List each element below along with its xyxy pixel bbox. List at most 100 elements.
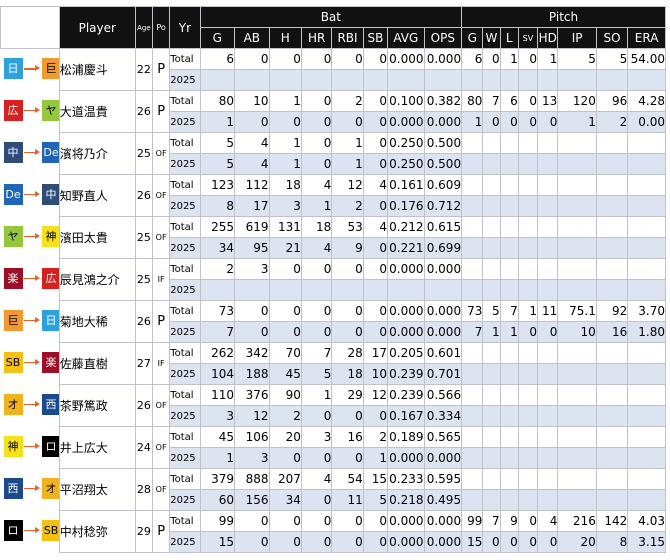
pitch-stat-cell — [627, 468, 666, 490]
pitch-stat-cell — [517, 132, 539, 154]
bat-stat-cell: 0.000 — [423, 111, 463, 133]
bat-stat-cell: 112 — [234, 174, 270, 196]
player-name: 辰見鴻之介 — [58, 258, 136, 301]
pitch-stat-cell — [499, 237, 519, 259]
row-label-year: 2025 — [169, 321, 201, 343]
bat-stat-cell: 0.495 — [423, 489, 463, 511]
pitch-stat-cell — [482, 216, 501, 238]
bat-stat-cell: 15 — [362, 468, 389, 490]
from-team-badge: 日 — [3, 58, 23, 79]
bat-stat-cell: 0 — [362, 195, 389, 217]
pitch-stat-cell: 16 — [595, 321, 629, 343]
bat-stat-cell: 0.334 — [423, 405, 463, 427]
to-team-badge: 日 — [41, 309, 60, 331]
bat-stat-cell: 0.000 — [423, 531, 463, 553]
bat-stat-cell: 123 — [199, 174, 236, 196]
pitch-stat-cell — [537, 258, 559, 280]
to-team-badge: 西 — [41, 393, 60, 415]
pitch-stat-cell — [557, 69, 597, 91]
pitch-stat-cell — [627, 174, 666, 196]
pitch-stat-cell — [557, 489, 597, 511]
pitch-stat-cell: 73 — [461, 300, 484, 322]
row-label-year: 2025 — [169, 279, 201, 301]
bat-stat-cell: 0.565 — [423, 426, 463, 448]
player-position: P — [151, 90, 171, 133]
bat-stat-cell — [300, 279, 333, 301]
pitch-stat-cell — [499, 384, 519, 406]
pitch-stat-cell — [627, 489, 666, 511]
player-name: 松浦慶斗 — [58, 48, 136, 91]
bat-stat-cell: 5 — [199, 132, 236, 154]
bat-stat-cell: 0 — [268, 510, 302, 532]
bat-stat-cell: 0 — [362, 531, 389, 553]
pitch-stat-cell: 1 — [499, 48, 519, 70]
transfer-indicator: De 中 — [0, 174, 60, 217]
bat-stat-cell: 0.000 — [423, 258, 463, 280]
pitch-stat-cell — [537, 447, 559, 469]
bat-stat-cell: 0.000 — [387, 258, 425, 280]
pitch-stat-cell: 96 — [595, 90, 629, 112]
bat-stat-cell: 0 — [268, 300, 302, 322]
pitch-stat-cell — [595, 363, 629, 385]
bat-stat-cell: 131 — [268, 216, 302, 238]
bat-stat-cell: 0.000 — [423, 510, 463, 532]
pitch-stat-cell: 2 — [595, 111, 629, 133]
bat-stat-cell: 0 — [331, 111, 364, 133]
bat-stat-cell: 0 — [362, 510, 389, 532]
pitch-stat-cell: 4.03 — [627, 510, 666, 532]
pitch-stat-cell — [461, 216, 484, 238]
player-name: 佐藤直樹 — [58, 342, 136, 385]
bat-stat-cell: 1 — [331, 153, 364, 175]
from-team-badge: ロ — [3, 519, 23, 541]
pitch-stat-cell — [627, 237, 666, 259]
bat-stat-cell: 0 — [362, 111, 389, 133]
bat-stat-cell — [199, 279, 236, 301]
pitch-stat-cell — [537, 342, 559, 364]
bat-stat-cell: 5 — [199, 153, 236, 175]
pitch-stat-cell: 1 — [537, 48, 559, 70]
from-team-badge: 楽 — [3, 267, 23, 289]
table-row: SB 楽佐藤直樹 27 IF Total 262 342 70 7 28 17 0.205 0.601 — [0, 342, 666, 385]
bat-stat-cell — [387, 69, 425, 91]
pitch-stat-cell — [482, 174, 501, 196]
pitch-stat-cell — [557, 384, 597, 406]
row-label-total: Total — [169, 510, 201, 532]
bat-stat-cell: 95 — [234, 237, 270, 259]
pitch-stat-cell — [627, 279, 666, 301]
bat-stat-cell: 16 — [331, 426, 364, 448]
pitch-stat-cell: 0 — [537, 111, 559, 133]
pitch-stat-cell: 20 — [557, 531, 597, 553]
pitch-stat-cell — [595, 426, 629, 448]
bat-stat-cell: 1 — [300, 384, 333, 406]
bat-stat-cell: 0 — [362, 132, 389, 154]
player-name: 濱将乃介 — [58, 132, 136, 175]
pitch-stat-cell — [517, 342, 539, 364]
bat-stat-cell: 255 — [199, 216, 236, 238]
player-position: P — [151, 510, 171, 553]
pitch-stat-cell: 0 — [517, 90, 539, 112]
pitch-col-header: HD — [537, 27, 559, 49]
pitch-stat-cell — [595, 132, 629, 154]
pitch-col-header: IP — [557, 27, 597, 49]
player-position: IF — [151, 258, 171, 301]
bat-stat-cell: 0 — [362, 237, 389, 259]
bat-stat-cell: 0 — [300, 48, 333, 70]
bat-stat-cell: 45 — [199, 426, 236, 448]
bat-stat-cell: 376 — [234, 384, 270, 406]
bat-col-header: AB — [234, 27, 270, 49]
pitch-stat-cell: 6 — [499, 90, 519, 112]
from-team-badge: 巨 — [3, 309, 23, 331]
from-team-badge: 中 — [3, 141, 23, 163]
bat-stat-cell: 0 — [268, 447, 302, 469]
bat-stat-cell: 0.000 — [423, 321, 463, 343]
to-team-badge: 神 — [41, 225, 60, 247]
pitch-stat-cell — [461, 258, 484, 280]
pitch-stat-cell — [595, 468, 629, 490]
pitch-stat-cell — [517, 489, 539, 511]
transfer-indicator: オ西 — [0, 384, 60, 427]
pitch-stat-cell — [595, 342, 629, 364]
bat-stat-cell — [423, 69, 463, 91]
pitch-stat-cell: 1.80 — [627, 321, 666, 343]
transfer-indicator: 広ヤ — [0, 90, 60, 133]
pitch-stat-cell — [461, 447, 484, 469]
